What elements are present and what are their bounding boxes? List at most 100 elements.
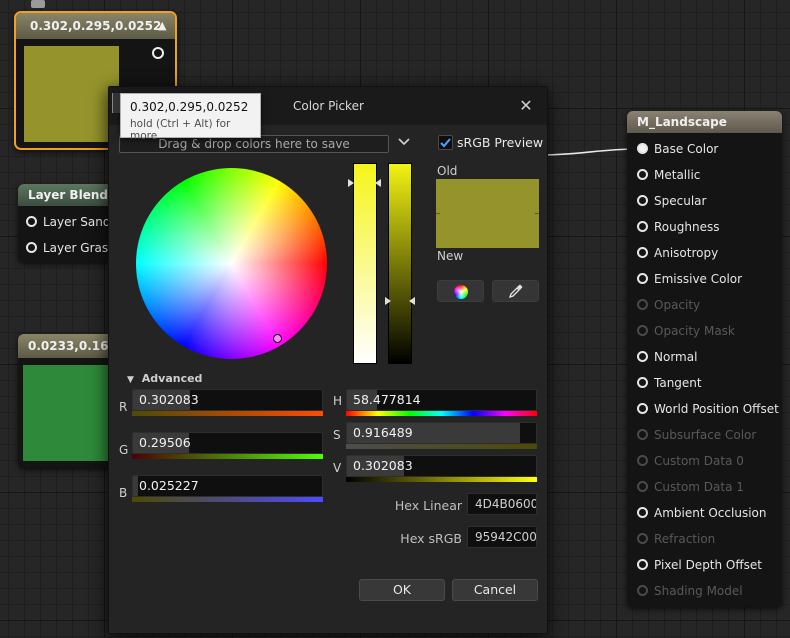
color-wheel[interactable]	[136, 168, 327, 359]
input-pin-specular[interactable]: Specular	[637, 191, 706, 211]
h-channel-gradient	[346, 411, 537, 416]
pin-icon[interactable]	[637, 273, 648, 284]
close-button[interactable]: ✕	[517, 97, 535, 115]
g-value: 0.29506	[139, 435, 191, 450]
old-color-label: Old	[437, 164, 458, 178]
input-pin-opacity-mask[interactable]: Opacity Mask	[637, 321, 735, 341]
s-value: 0.916489	[353, 425, 413, 440]
pin-label: Custom Data 0	[654, 454, 744, 468]
input-pin-roughness[interactable]: Roughness	[637, 217, 719, 237]
constant-color-node-2[interactable]: 0.0233,0.161,	[18, 334, 118, 468]
pin-icon[interactable]	[637, 507, 648, 518]
hex-linear-input[interactable]: 4D4B0600	[467, 493, 537, 515]
value-handle-right[interactable]	[409, 297, 415, 305]
input-pin-emissive-color[interactable]: Emissive Color	[637, 269, 742, 289]
output-pin-icon[interactable]	[152, 47, 164, 59]
s-channel-label: S	[333, 428, 341, 442]
node-title: 0.0233,0.161,	[18, 334, 118, 358]
pin-label: Emissive Color	[654, 272, 743, 286]
triangle-down-icon: ▼	[127, 375, 134, 385]
saturation-handle-left[interactable]	[348, 179, 354, 187]
pin-label: Base Color	[654, 142, 719, 156]
saturation-handle-right[interactable]	[375, 179, 381, 187]
s-channel-gradient	[346, 444, 537, 449]
pin-icon[interactable]	[637, 377, 648, 388]
chevron-down-icon[interactable]	[395, 133, 413, 151]
ok-button[interactable]: OK	[359, 579, 445, 601]
preview-divider-tick	[436, 213, 440, 214]
pin-icon[interactable]	[637, 559, 648, 570]
srgb-preview-checkbox[interactable]	[438, 135, 453, 150]
color-picker-window[interactable]: Color Picker ✕ Drag & drop colors here t…	[108, 86, 548, 634]
h-channel-input[interactable]: 58.477814	[346, 389, 537, 411]
input-pin-metallic[interactable]: Metallic	[637, 165, 700, 185]
pin-icon[interactable]	[637, 585, 648, 596]
node-comment-icon[interactable]	[31, 0, 45, 8]
input-pin-refraction[interactable]: Refraction	[637, 529, 715, 549]
color-wheel-icon	[454, 285, 468, 299]
saturation-slider[interactable]	[353, 163, 377, 364]
input-pin-normal[interactable]: Normal	[637, 347, 697, 367]
pin-label: Normal	[654, 350, 698, 364]
pin-icon[interactable]	[637, 221, 648, 232]
input-pin-opacity[interactable]: Opacity	[637, 295, 700, 315]
pin-icon[interactable]	[637, 299, 648, 310]
v-channel-gradient	[346, 477, 537, 482]
new-color-label: New	[437, 249, 464, 263]
input-pin-base-color[interactable]: Base Color	[637, 139, 718, 159]
pin-icon[interactable]	[26, 216, 37, 227]
b-channel-label: B	[119, 486, 128, 500]
pin-icon[interactable]	[637, 481, 648, 492]
value-handle-left[interactable]	[385, 297, 391, 305]
advanced-section-toggle[interactable]: ▼ Advanced	[127, 372, 202, 385]
b-channel-input[interactable]: 0.025227	[132, 475, 323, 497]
v-channel-input[interactable]: 0.302083	[346, 455, 537, 477]
g-channel-input[interactable]: 0.29506	[132, 432, 323, 454]
layer-blend-node[interactable]: Layer Blend Layer Sand Layer Grass	[18, 184, 118, 262]
value-slider[interactable]	[388, 163, 412, 364]
input-pin-anisotropy[interactable]: Anisotropy	[637, 243, 718, 263]
pin-icon[interactable]	[637, 455, 648, 466]
pin-icon[interactable]	[637, 195, 648, 206]
hex-srgb-input[interactable]: 95942C00	[467, 526, 537, 548]
pin-label: Refraction	[654, 532, 716, 546]
pin-label: Opacity	[654, 298, 701, 312]
pin-icon[interactable]	[26, 242, 37, 253]
input-pin-custom-data-0[interactable]: Custom Data 0	[637, 451, 744, 471]
color-wheel-selector[interactable]	[273, 334, 282, 343]
color-wheel-mode-button[interactable]	[437, 280, 484, 302]
input-pin-layer-grass[interactable]: Layer Grass	[26, 238, 114, 258]
pin-label: Custom Data 1	[654, 480, 744, 494]
input-pin-world-position-offset[interactable]: World Position Offset	[637, 399, 779, 419]
input-pin-subsurface-color[interactable]: Subsurface Color	[637, 425, 756, 445]
v-channel-label: V	[333, 461, 342, 475]
eyedropper-button[interactable]	[492, 280, 539, 302]
pin-icon[interactable]	[637, 247, 648, 258]
pin-label: Ambient Occlusion	[654, 506, 767, 520]
pin-icon[interactable]	[637, 351, 648, 362]
node-title: 0.302,0.295,0.0252	[16, 13, 175, 39]
pin-icon[interactable]	[637, 403, 648, 414]
input-pin-custom-data-1[interactable]: Custom Data 1	[637, 477, 744, 497]
cancel-button[interactable]: Cancel	[452, 579, 538, 601]
value-tooltip: 0.302,0.295,0.0252 hold (Ctrl + Alt) for…	[120, 93, 261, 142]
s-channel-input[interactable]: 0.916489	[346, 422, 537, 444]
pin-label: Layer Grass	[43, 241, 115, 255]
pin-icon[interactable]	[637, 533, 648, 544]
window-title: Color Picker	[293, 99, 364, 113]
input-pin-pixel-depth-offset[interactable]: Pixel Depth Offset	[637, 555, 762, 575]
pin-icon[interactable]	[637, 169, 648, 180]
pin-label: Layer Sand	[43, 215, 111, 229]
r-channel-input[interactable]: 0.302083	[132, 389, 323, 411]
pin-icon[interactable]	[637, 429, 648, 440]
chevron-up-icon[interactable]: ▲	[158, 19, 166, 32]
input-pin-tangent[interactable]: Tangent	[637, 373, 702, 393]
input-pin-layer-sand[interactable]: Layer Sand	[26, 212, 110, 232]
material-result-node[interactable]: M_Landscape Base Color Metallic Specular Ro…	[627, 111, 782, 607]
input-pin-shading-model[interactable]: Shading Model	[637, 581, 743, 601]
b-value-fill	[133, 476, 138, 496]
input-pin-ambient-occlusion[interactable]: Ambient Occlusion	[637, 503, 766, 523]
pin-icon[interactable]	[637, 325, 648, 336]
pin-icon[interactable]	[637, 143, 648, 154]
g-channel-gradient	[132, 454, 323, 459]
